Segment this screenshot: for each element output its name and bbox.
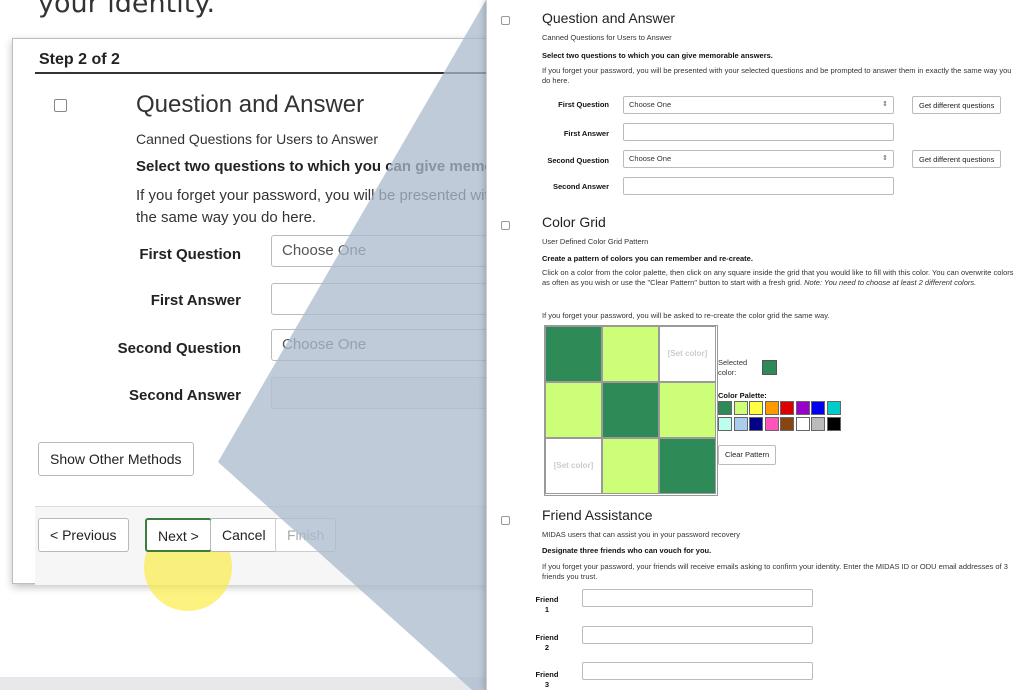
friend-2-input[interactable]	[582, 626, 813, 644]
finish-button[interactable]: Finish	[275, 518, 337, 552]
friend-label-text: Friend	[535, 633, 559, 642]
page-caption: your identity.	[38, 0, 216, 19]
color-grid-instruction: Create a pattern of colors you can remem…	[542, 254, 753, 263]
method-description: If you forget your password, you will be…	[136, 185, 517, 229]
qa-first-answer-input[interactable]	[623, 123, 894, 141]
qa-second-question-value: Choose One	[629, 154, 672, 163]
friend-2-label: Friend 2	[535, 633, 559, 653]
friend-3-label: Friend 3	[535, 670, 559, 690]
second-question-label: Second Question	[117, 340, 241, 357]
qa-description: If you forget your password, you will be…	[542, 66, 1012, 85]
qa-first-answer-label: First Answer	[563, 129, 609, 138]
grid-cell[interactable]	[659, 382, 716, 438]
color-palette-label: Color Palette:	[718, 391, 767, 400]
second-answer-label: Second Answer	[129, 387, 241, 404]
palette-swatch[interactable]	[718, 401, 732, 415]
qa-title: Question and Answer	[542, 10, 676, 26]
grid-cell[interactable]	[545, 382, 602, 438]
full-form-panel: Question and Answer Canned Questions for…	[486, 0, 1021, 690]
qa-first-question-value: Choose One	[629, 100, 672, 109]
color-grid-title: Color Grid	[542, 214, 606, 230]
color-grid-recreate-note: If you forget your password, you will be…	[542, 311, 830, 320]
palette-swatch[interactable]	[826, 416, 841, 431]
clear-pattern-button[interactable]: Clear Pattern	[718, 445, 777, 465]
grid-cell[interactable]	[602, 382, 659, 438]
qa-subtitle: Canned Questions for Users to Answer	[542, 33, 672, 42]
qa-first-question-select[interactable]: Choose One ⇕	[623, 96, 894, 114]
color-grid-description: Click on a color from the color palette,…	[542, 268, 1017, 288]
palette-swatch[interactable]	[795, 401, 810, 415]
palette-swatch[interactable]	[780, 401, 794, 415]
method-title: Question and Answer	[136, 91, 365, 118]
color-grid: [Set color] [Set color]	[544, 325, 718, 496]
palette-swatch[interactable]	[749, 416, 763, 431]
grid-cell[interactable]	[602, 326, 659, 382]
description-line-2: the same way you do here.	[136, 209, 317, 226]
color-grid-note: Note: You need to choose at least 2 diff…	[804, 278, 977, 287]
method-subtitle: Canned Questions for Users to Answer	[136, 131, 379, 147]
color-palette	[718, 401, 842, 432]
palette-swatch[interactable]	[718, 416, 732, 431]
palette-swatch[interactable]	[811, 416, 825, 431]
description-line-1: If you forget your password, you will be…	[136, 187, 518, 204]
palette-swatch[interactable]	[764, 401, 779, 415]
qa-instruction: Select two questions to which you can gi…	[542, 51, 773, 60]
grid-cell[interactable]	[602, 438, 659, 494]
question-answer-checkbox[interactable]	[54, 99, 67, 112]
qa-second-question-select[interactable]: Choose One ⇕	[623, 150, 894, 168]
qa-get-different-button-2[interactable]: Get different questions	[912, 150, 1002, 168]
friend-subtitle: MIDAS users that can assist you in your …	[542, 530, 740, 539]
friend-number: 3	[544, 680, 550, 689]
friend-1-input[interactable]	[582, 589, 813, 607]
select-arrows-icon: ⇕	[882, 101, 888, 108]
palette-swatch[interactable]	[733, 416, 748, 431]
selected-color-label: Selected color:	[718, 358, 748, 377]
color-grid-subtitle: User Defined Color Grid Pattern	[542, 237, 649, 246]
friend-number: 1	[544, 605, 550, 614]
friend-title: Friend Assistance	[542, 507, 653, 523]
palette-swatch[interactable]	[826, 401, 841, 415]
qa-get-different-button-1[interactable]: Get different questions	[912, 96, 1002, 114]
method-instruction: Select two questions to which you can gi…	[136, 158, 522, 175]
friend-description: If you forget your password, your friend…	[542, 562, 1008, 581]
friend-label-text: Friend	[535, 670, 559, 679]
qa-first-question-label: First Question	[558, 100, 609, 109]
friend-number: 2	[544, 643, 550, 652]
grid-cell[interactable]: [Set color]	[659, 326, 716, 382]
selected-color-swatch	[762, 360, 777, 375]
qa-second-question-label: Second Question	[547, 156, 609, 165]
palette-swatch[interactable]	[811, 401, 825, 415]
first-question-label: First Question	[139, 246, 241, 263]
select-arrows-icon: ⇕	[882, 155, 888, 162]
friend-instruction: Designate three friends who can vouch fo…	[542, 546, 712, 555]
next-button[interactable]: Next >	[145, 518, 212, 552]
friend-1-label: Friend 1	[535, 595, 559, 615]
first-answer-label: First Answer	[150, 292, 241, 309]
palette-swatch[interactable]	[733, 401, 748, 415]
grid-cell[interactable]	[545, 326, 602, 382]
grid-cell[interactable]: [Set color]	[545, 438, 602, 494]
friend-3-input[interactable]	[582, 662, 813, 680]
qa-second-answer-input[interactable]	[623, 177, 894, 195]
friend-label-text: Friend	[535, 595, 559, 604]
qa-checkbox[interactable]	[501, 16, 510, 25]
qa-second-answer-label: Second Answer	[553, 182, 609, 191]
show-other-methods-button[interactable]: Show Other Methods	[38, 442, 194, 476]
step-indicator: Step 2 of 2	[39, 51, 120, 68]
cancel-button[interactable]: Cancel	[210, 518, 278, 552]
color-grid-checkbox[interactable]	[501, 221, 510, 230]
friend-assistance-checkbox[interactable]	[501, 516, 510, 525]
palette-swatch[interactable]	[795, 416, 810, 431]
palette-swatch[interactable]	[749, 401, 763, 415]
grid-cell[interactable]	[659, 438, 716, 494]
palette-swatch[interactable]	[780, 416, 794, 431]
palette-swatch[interactable]	[764, 416, 779, 431]
previous-button[interactable]: < Previous	[38, 518, 129, 552]
